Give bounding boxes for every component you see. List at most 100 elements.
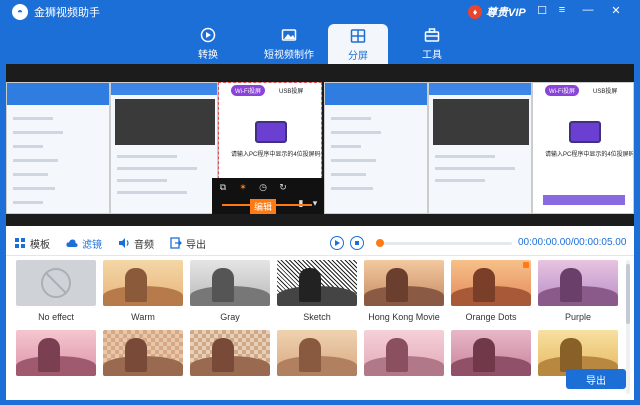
mock-app-sidebar-2 [324, 82, 428, 214]
filter-thumbnail [364, 260, 444, 306]
thumb-figure [212, 338, 234, 372]
filter-thumbnail [277, 330, 357, 376]
filter-thumbnail [451, 330, 531, 376]
filter-thumbnail [190, 330, 270, 376]
mock-app-editor [110, 82, 218, 214]
filter-scroll-thumb[interactable] [626, 264, 630, 324]
convert-icon [200, 27, 216, 43]
filter-item-gray[interactable]: Gray [190, 260, 270, 322]
filter-grid: No effect Warm Gray Sketch Hong Kong Movie Or… [6, 258, 624, 400]
tab-split-screen[interactable]: 分屏 [328, 24, 388, 66]
tab-label: 模板 [30, 239, 50, 251]
audio-icon [119, 238, 129, 248]
filter-label: Gray [220, 312, 240, 322]
filter-thumbnail [538, 260, 618, 306]
vip-gem-icon: ♦ [468, 5, 482, 19]
filter-thumbnail [451, 260, 531, 306]
filter-item-mosaic2[interactable] [190, 330, 270, 376]
filter-item-none[interactable]: No effect [16, 260, 96, 322]
export-button[interactable]: 导出 [566, 369, 626, 389]
tab-export[interactable]: 导出 [170, 236, 206, 251]
edit-toolbar: ⧉ ✶ ◷ ↻ ▮ ▾ 编辑 [212, 178, 324, 214]
tab-label: 工具 [422, 50, 442, 61]
fullscreen-icon[interactable]: ▮ [296, 198, 306, 208]
time-readout: 00:00:00.00/00:00:05.00 [518, 237, 627, 248]
title-bar: ◓ 金狮视频助手 ♦ 尊贵VIP ☐ ≡ — ✕ [0, 0, 640, 24]
filter-item-hk[interactable]: Hong Kong Movie [364, 260, 444, 322]
template-icon [15, 238, 25, 248]
filter-label: Warm [131, 312, 155, 322]
filter-item-warm[interactable]: Warm [103, 260, 183, 322]
cloud-filter-icon [66, 239, 78, 247]
main-nav: 转换 短视频制作 分屏 工具 [0, 24, 640, 66]
stop-button[interactable] [350, 236, 364, 250]
short-video-icon [281, 29, 297, 41]
menu-icon[interactable]: ≡ [554, 4, 570, 16]
tab-short-video[interactable]: 短视频制作 [254, 24, 324, 64]
tab-template[interactable]: 模板 [14, 236, 50, 251]
preview-right: Wi-Fi投屏 USB投屏 请输入PC程序中显示的4位投屏码 [324, 82, 634, 214]
filter-thumbnail [190, 260, 270, 306]
filter-item-mosaic[interactable] [103, 330, 183, 376]
filter-thumbnail [103, 330, 183, 376]
timer-icon[interactable]: ◷ [258, 182, 268, 192]
thumb-figure [386, 268, 408, 302]
tab-label: 导出 [186, 239, 206, 251]
thumb-figure [299, 338, 321, 372]
mock-phone-cast-2: Wi-Fi投屏 USB投屏 请输入PC程序中显示的4位投屏码 [532, 82, 634, 214]
thumb-figure [560, 268, 582, 302]
editor-tabs: 模板 滤镜 音频 导出 [6, 232, 324, 254]
split-screen-icon [350, 29, 366, 43]
filter-item-blur[interactable] [277, 330, 357, 376]
tab-audio[interactable]: 音频 [118, 236, 154, 251]
filter-item-pinkhaze[interactable] [364, 330, 444, 376]
filter-item-sketch[interactable]: Sketch [277, 260, 357, 322]
rotate-icon[interactable]: ↻ [278, 182, 288, 192]
progress-track[interactable] [378, 242, 512, 245]
selected-marker-icon [523, 262, 529, 268]
vip-label: 尊贵VIP [486, 7, 526, 19]
thumb-figure [38, 338, 60, 372]
usb-cast-badge: USB投屏 [593, 89, 618, 95]
filter-label: Orange Dots [465, 312, 517, 322]
divider [6, 255, 634, 256]
filter-item-rose[interactable] [451, 330, 531, 376]
close-icon[interactable]: ✕ [608, 4, 624, 17]
filter-thumbnail [277, 260, 357, 306]
filter-label: Hong Kong Movie [368, 312, 440, 322]
thumb-figure [473, 338, 495, 372]
feedback-icon[interactable]: ☐ [534, 4, 550, 17]
more-icon[interactable]: ▾ [310, 198, 320, 208]
filter-thumbnail [364, 330, 444, 376]
thumb-figure [125, 338, 147, 372]
mock-app-editor-2 [428, 82, 532, 214]
vip-area[interactable]: ♦ 尊贵VIP [468, 4, 526, 20]
wifi-cast-badge: Wi-Fi投屏 [545, 85, 579, 96]
tab-filter[interactable]: 滤镜 [66, 236, 102, 251]
filter-label: No effect [38, 312, 74, 322]
thumb-figure [125, 268, 147, 302]
tab-label: 转换 [198, 50, 218, 61]
app-logo-icon: ◓ [12, 4, 28, 20]
tab-tools[interactable]: 工具 [402, 24, 462, 64]
tab-label: 滤镜 [82, 239, 102, 251]
edit-label[interactable]: 编辑 [250, 199, 277, 214]
filter-magic-icon[interactable]: ✶ [238, 182, 248, 192]
filter-label: Purple [564, 312, 591, 322]
filter-item-purple[interactable]: Purple [538, 260, 618, 322]
filter-item-pink[interactable] [16, 330, 96, 376]
filter-item-orange[interactable]: Orange Dots [451, 260, 531, 322]
crop-icon[interactable]: ⧉ [218, 182, 228, 192]
tab-label: 分屏 [348, 51, 368, 62]
play-button[interactable] [330, 236, 344, 250]
thumb-figure [299, 268, 321, 302]
thumb-figure [560, 338, 582, 372]
tab-label: 音频 [134, 239, 154, 251]
filter-label: Sketch [303, 312, 331, 322]
app-title: 金狮视频助手 [34, 7, 100, 19]
progress-handle[interactable] [376, 239, 384, 247]
filter-thumbnail [16, 260, 96, 306]
thumb-figure [212, 268, 234, 302]
minimize-icon[interactable]: — [580, 4, 596, 16]
tab-convert[interactable]: 转换 [178, 24, 238, 64]
